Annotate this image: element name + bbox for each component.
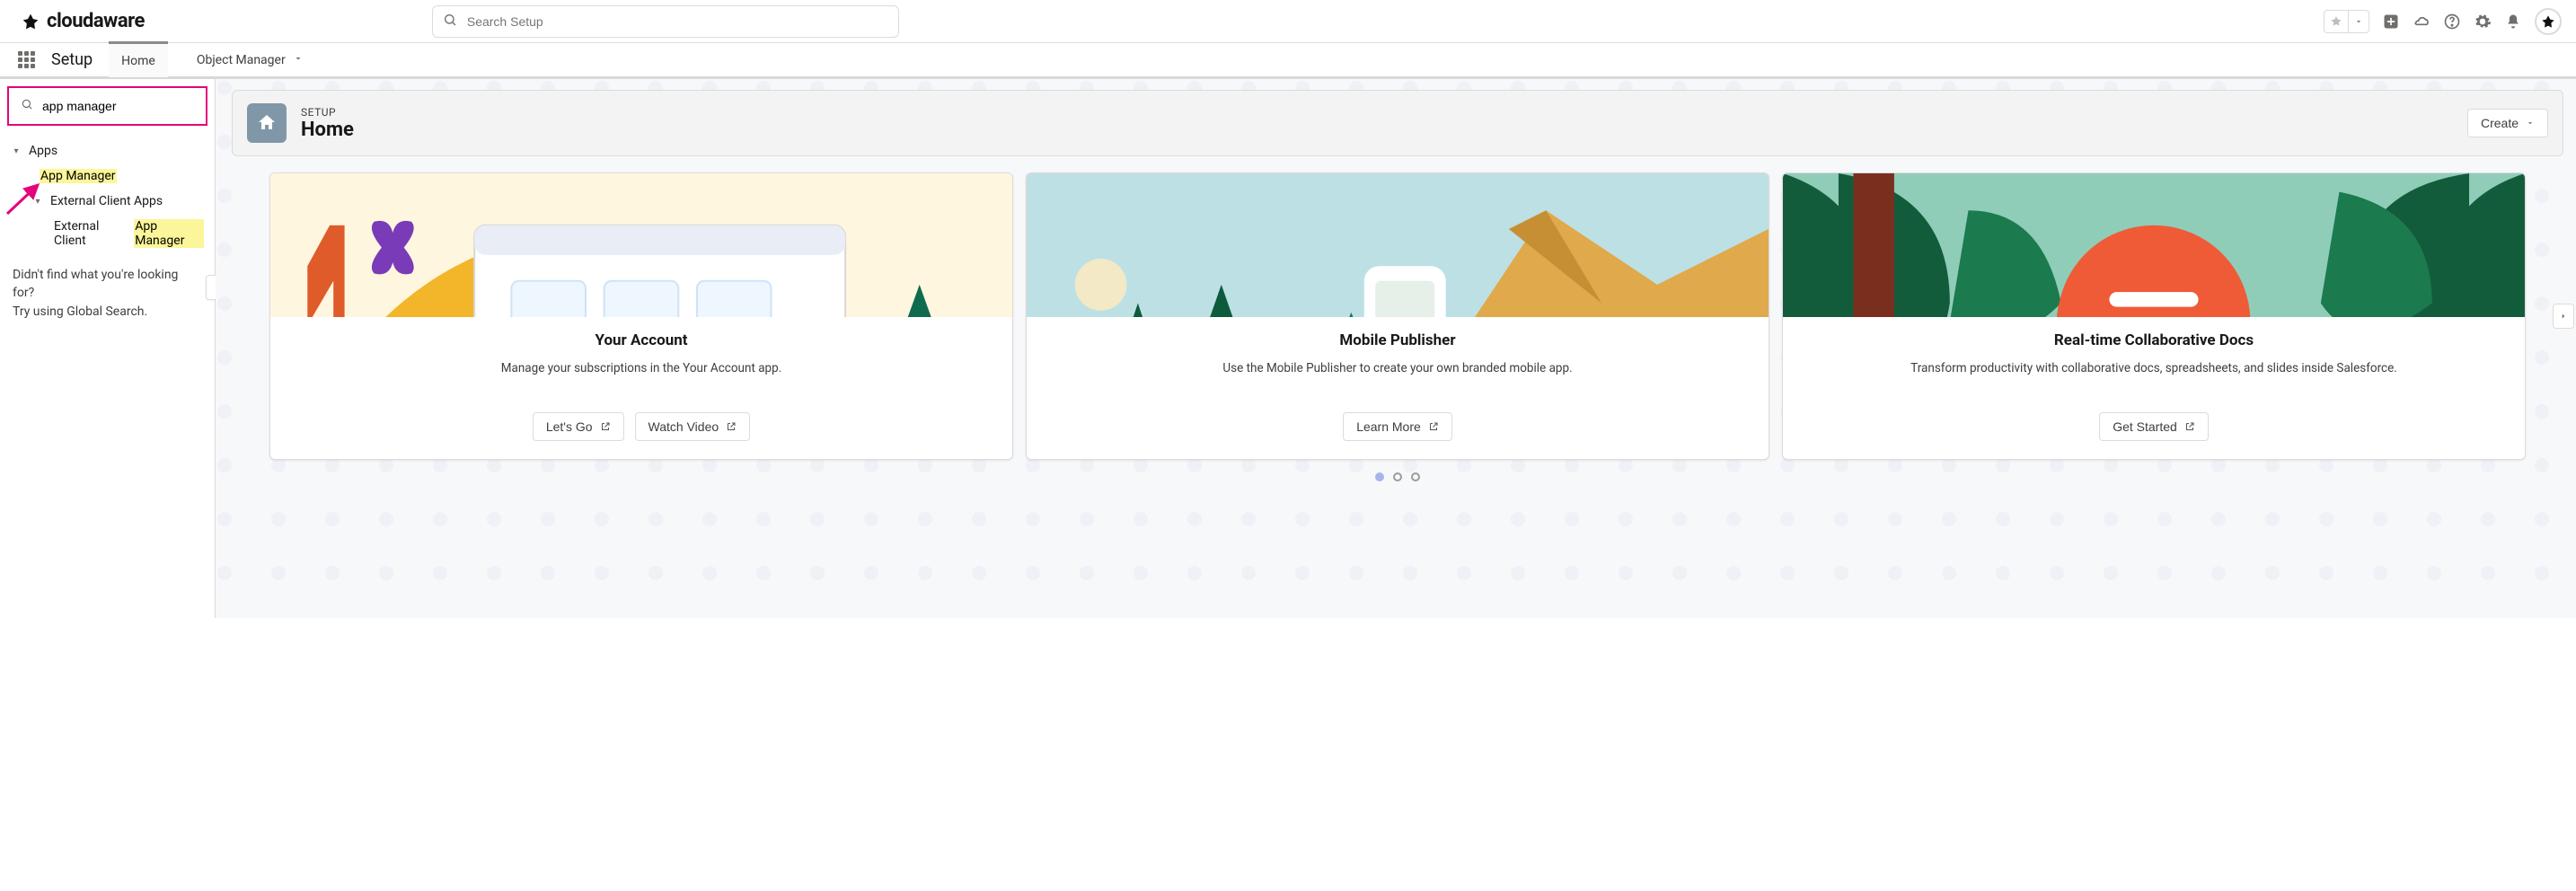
card-title: Mobile Publisher [1043, 331, 1752, 349]
home-icon [247, 103, 287, 143]
tree-node-external-client-apps[interactable]: ▾ External Client Apps [7, 189, 207, 214]
tree-label: Apps [29, 144, 57, 158]
watch-video-button[interactable]: Watch Video [635, 412, 751, 441]
page-kicker: SETUP [301, 106, 354, 119]
promo-card-collab-docs: Real-time Collaborative Docs Transform p… [1782, 172, 2526, 460]
chevron-down-icon: ▾ [32, 197, 43, 207]
button-label: Learn More [1356, 419, 1421, 434]
carousel-dot[interactable] [1375, 472, 1384, 481]
tab-label: Object Manager [197, 53, 286, 67]
search-icon [21, 98, 33, 114]
notifications-icon[interactable] [2504, 13, 2522, 31]
card-title: Your Account [287, 331, 996, 349]
main-content: SETUP Home Create [216, 79, 2576, 618]
tree-label-highlight: App Manager [134, 219, 204, 248]
button-label: Get Started [2113, 419, 2177, 434]
promo-carousel: Your Account Manage your subscriptions i… [232, 172, 2563, 460]
learn-more-button[interactable]: Learn More [1343, 412, 1452, 441]
card-illustration [1783, 173, 2525, 317]
tree-label: App Manager [40, 169, 117, 183]
carousel-next-button[interactable] [2553, 304, 2574, 329]
card-illustration [270, 173, 1012, 317]
brand-icon [22, 13, 40, 31]
promo-card-your-account: Your Account Manage your subscriptions i… [269, 172, 1013, 460]
card-description: Use the Mobile Publisher to create your … [1043, 360, 1752, 396]
button-label: Let's Go [546, 419, 593, 434]
tree-label: External Client Apps [50, 194, 163, 208]
card-title: Real-time Collaborative Docs [1799, 331, 2509, 349]
chevron-down-icon[interactable] [293, 53, 304, 67]
carousel-dots [232, 472, 2563, 481]
tab-label: Home [121, 54, 155, 68]
favorites-control[interactable] [2324, 10, 2369, 33]
quick-find-input[interactable] [40, 98, 194, 114]
tree-node-app-manager[interactable]: App Manager [7, 163, 207, 189]
app-title: Setup [51, 50, 93, 69]
external-link-icon [600, 421, 611, 432]
star-icon[interactable] [2325, 11, 2348, 32]
lets-go-button[interactable]: Let's Go [533, 412, 624, 441]
global-header: cloudaware [0, 0, 2576, 43]
tree-node-external-client-app-manager[interactable]: External Client App Manager [7, 214, 207, 253]
help-icon[interactable] [2443, 13, 2461, 31]
page-header: SETUP Home Create [232, 90, 2563, 156]
button-label: Watch Video [648, 419, 719, 434]
card-description: Transform productivity with collaborativ… [1799, 360, 2509, 396]
not-found-hint: Didn't find what you're looking for? Try… [7, 253, 207, 333]
header-actions [2324, 8, 2562, 35]
quick-find-highlight-box [7, 86, 207, 126]
page-title: Home [301, 119, 354, 141]
global-search [432, 5, 899, 38]
create-button[interactable]: Create [2467, 109, 2548, 137]
tree-label-prefix: External Client [54, 219, 127, 248]
app-launcher-icon[interactable] [18, 51, 35, 68]
add-icon[interactable] [2382, 13, 2400, 31]
card-description: Manage your subscriptions in the Your Ac… [287, 360, 996, 396]
external-link-icon [726, 421, 737, 432]
brand-name: cloudaware [47, 10, 145, 32]
tab-home[interactable]: Home [109, 41, 168, 77]
external-link-icon [1428, 421, 1439, 432]
external-link-icon [2184, 421, 2195, 432]
salesforce-cloud-icon[interactable] [2413, 13, 2430, 31]
carousel-dot[interactable] [1411, 472, 1420, 481]
not-found-line2: Try using Global Search. [13, 303, 202, 321]
user-avatar[interactable] [2535, 8, 2562, 35]
workspace: ▾ Apps App Manager ▾ External Client App… [0, 79, 2576, 618]
setup-sidebar: ▾ Apps App Manager ▾ External Client App… [0, 79, 216, 618]
search-icon [443, 13, 457, 31]
carousel-dot[interactable] [1393, 472, 1402, 481]
gear-icon[interactable] [2474, 13, 2492, 31]
brand-logo[interactable]: cloudaware [22, 10, 145, 32]
not-found-line1: Didn't find what you're looking for? [13, 266, 202, 303]
get-started-button[interactable]: Get Started [2099, 412, 2209, 441]
chevron-down-icon [2526, 119, 2535, 128]
tree-node-apps[interactable]: ▾ Apps [7, 138, 207, 163]
chevron-down-icon[interactable] [2348, 11, 2369, 32]
global-search-input[interactable] [432, 5, 899, 38]
tab-object-manager[interactable]: Object Manager [184, 42, 316, 78]
chevron-down-icon: ▾ [11, 146, 22, 156]
context-nav: Setup Home Object Manager [0, 43, 2576, 79]
promo-card-mobile-publisher: Mobile Publisher Use the Mobile Publishe… [1026, 172, 1769, 460]
button-label: Create [2481, 116, 2519, 130]
card-illustration [1027, 173, 1769, 317]
setup-tree: ▾ Apps App Manager ▾ External Client App… [7, 138, 207, 253]
